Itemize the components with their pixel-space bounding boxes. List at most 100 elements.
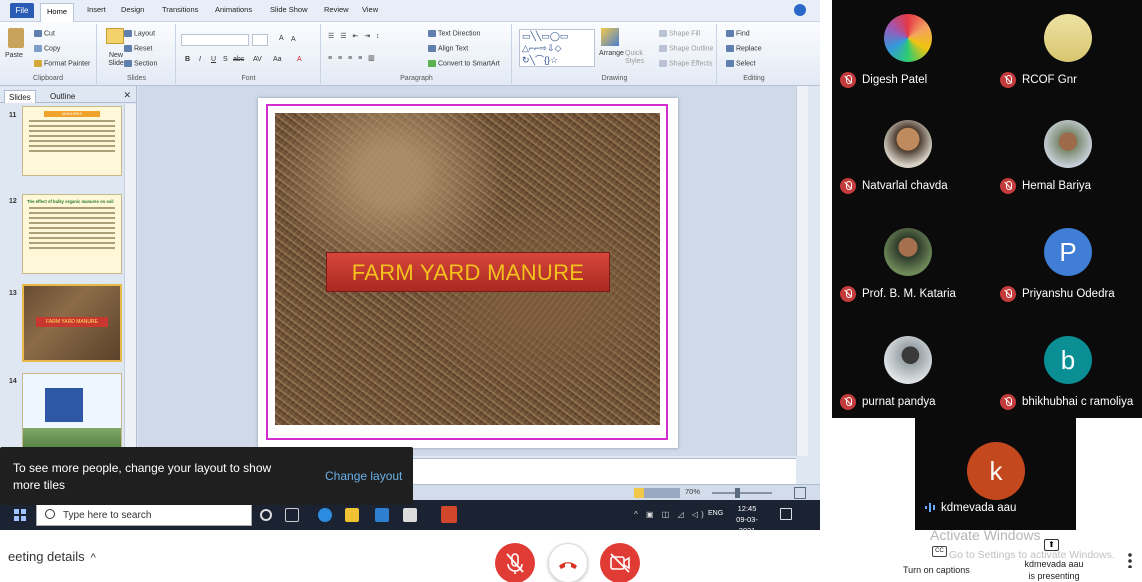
convert-smartart-button[interactable]: Convert to SmartArt [428,60,500,67]
font-size-box[interactable] [252,34,268,46]
paste-button[interactable]: Paste [5,52,23,59]
replace-button[interactable]: Replace [726,45,762,52]
more-options-icon[interactable] [1128,552,1132,568]
presenter-status[interactable]: kdmevada aau is presenting [1012,558,1096,582]
participant-name: purnat pandya [862,396,936,408]
tab-outline[interactable]: Outline [46,90,79,103]
slide-title-box[interactable]: FARM YARD MANURE [326,252,610,292]
bold-button[interactable]: B [185,56,190,63]
tab-slides[interactable]: Slides [4,90,36,103]
copy-button[interactable]: Copy [34,45,60,52]
powerpoint-icon[interactable] [441,506,457,523]
layout-button[interactable]: Layout [124,30,155,37]
participant-tile[interactable]: Hemal Bariya [992,112,1142,214]
store-icon[interactable] [403,508,417,522]
align-text-button[interactable]: Align Text [428,45,468,52]
presenter-tile[interactable]: k kdmevada aau [915,418,1076,530]
tab-review[interactable]: Review [324,5,349,14]
tab-insert[interactable]: Insert [87,5,106,14]
text-direction-button[interactable]: Text Direction [428,30,480,37]
shapes-gallery[interactable]: ▭╲╲▭◯▭ △⌐⌐⇨⇩◇ ↻╲⌒{}☆ [519,29,595,67]
shadow-button[interactable]: S [223,56,228,63]
tab-animations[interactable]: Animations [215,5,252,14]
change-case-button[interactable]: Aa [273,56,282,63]
zoom-slider[interactable] [712,492,772,494]
panel-scrollbar[interactable] [124,104,136,466]
participant-name-row: Priyanshu Odedra [1000,286,1115,302]
language-indicator[interactable]: ENG [708,510,723,517]
view-buttons[interactable] [634,488,680,498]
tab-transitions[interactable]: Transitions [162,5,198,14]
clock[interactable]: 12:45 09-03-2021 [729,503,765,530]
file-explorer-icon[interactable] [345,508,359,522]
meeting-details-button[interactable]: eeting details ^ [8,549,96,564]
cortana-icon[interactable] [260,509,272,521]
tab-view[interactable]: View [362,5,378,14]
format-painter-button[interactable]: Format Painter [34,60,90,67]
change-layout-button[interactable]: Change layout [325,469,402,483]
char-spacing-button[interactable]: AV [253,56,262,63]
quick-styles-button[interactable]: Quick Styles [625,50,645,66]
participant-tile[interactable]: b bhikhubhai c ramoliya [992,328,1142,430]
captions-icon[interactable]: CC [932,546,947,557]
participant-tile[interactable]: Prof. B. M. Kataria [832,220,982,322]
grow-font-button[interactable]: A [279,35,284,42]
participant-tile[interactable]: purnat pandya [832,328,982,430]
camera-button[interactable] [600,543,640,582]
cut-button[interactable]: Cut [34,30,55,37]
leave-call-button[interactable] [548,543,588,582]
find-button[interactable]: Find [726,30,750,37]
bullets-button[interactable]: ☰ ☰ ⇤ ⇥ ↕ [328,32,382,40]
chevron-up-icon: ^ [90,552,96,564]
edge-icon[interactable] [318,508,332,522]
strikethrough-button[interactable]: abc [233,56,244,63]
taskbar-search[interactable]: Type here to search [36,504,252,526]
participant-tile[interactable]: P Priyanshu Odedra [992,220,1142,322]
fit-slide-icon[interactable] [794,487,806,499]
select-button[interactable]: Select [726,60,755,67]
notifications-icon[interactable] [780,508,792,520]
help-icon[interactable] [794,4,806,16]
shape-fill-button[interactable]: Shape Fill [659,30,700,37]
layout-label: Layout [134,30,156,38]
shape-effects-button[interactable]: Shape Effects [659,60,712,67]
mail-icon[interactable] [375,508,389,522]
text-line [29,140,115,142]
slide-thumbnail[interactable]: MANURES [22,106,122,176]
participant-name-row: Digesh Patel [840,72,927,88]
participant-tile[interactable]: Digesh Patel [832,6,982,108]
editor-scrollbar[interactable] [796,86,808,456]
zoom-slider-thumb[interactable] [735,488,740,498]
tray-icons[interactable]: ^ ▣ ◫ ◿ ◁) [634,510,707,519]
participant-tile[interactable]: RCOF Gnr [992,6,1142,108]
zoom-level[interactable]: 70% [685,487,700,496]
participant-name-row: Hemal Bariya [1000,178,1091,194]
close-icon[interactable]: ✕ [123,90,131,101]
thumbnail-title: FARM YARD MANURE [36,317,108,327]
shape-outline-button[interactable]: Shape Outline [659,45,713,52]
file-tab[interactable]: File [10,3,34,18]
align-buttons[interactable]: ≡ ≡ ≡ ≡ ▥ [328,54,377,62]
italic-button[interactable]: I [199,56,201,63]
slide-thumbnail[interactable] [22,373,122,453]
tab-design[interactable]: Design [121,5,144,14]
present-screen-icon[interactable]: ⬆ [1044,539,1059,551]
font-color-button[interactable]: A [297,56,302,63]
task-view-icon[interactable] [285,508,299,522]
tab-slide-show[interactable]: Slide Show [270,5,308,14]
windows-start-icon[interactable] [14,509,26,521]
paste-icon[interactable] [8,28,24,48]
arrange-button[interactable]: Arrange [599,50,624,57]
captions-button[interactable]: Turn on captions [903,565,970,575]
slide-thumbnail-selected[interactable]: FARM YARD MANURE [22,284,122,362]
font-name-box[interactable] [181,34,249,46]
participant-tile[interactable]: Natvarlal chavda [832,112,982,214]
shrink-font-button[interactable]: A [291,36,296,43]
microphone-button[interactable] [495,543,535,582]
paragraph-label: Paragraph [400,75,433,82]
tab-home[interactable]: Home [40,3,74,22]
slide-thumbnail[interactable]: The effect of bulky organic manures on s… [22,194,122,274]
section-button[interactable]: Section [124,60,157,67]
underline-button[interactable]: U [211,56,216,63]
reset-button[interactable]: Reset [124,45,152,52]
